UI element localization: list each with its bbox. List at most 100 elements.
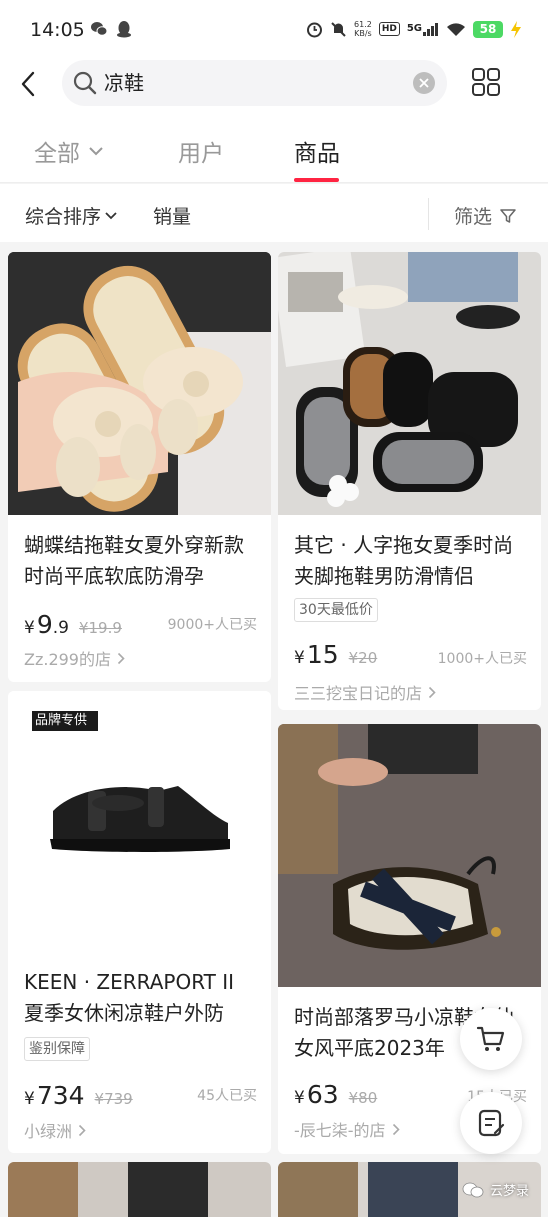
product-card[interactable]: 品牌专供 KEEN · ZERRAPORT II 夏季女休闲凉鞋户外防 鉴别保障… bbox=[8, 691, 271, 1153]
product-title: KEEN · ZERRAPORT II 夏季女休闲凉鞋户外防 bbox=[24, 970, 235, 1025]
charging-icon bbox=[511, 20, 521, 38]
shop-link[interactable]: -辰七柒-的店 bbox=[294, 1117, 400, 1141]
currency-symbol: ¥ bbox=[294, 648, 305, 668]
price: 63 bbox=[306, 1080, 339, 1109]
original-price: ¥20 bbox=[348, 649, 378, 667]
product-image[interactable] bbox=[8, 252, 271, 515]
chevron-down-icon bbox=[105, 211, 117, 219]
brand-badge: 品牌专供 bbox=[35, 713, 88, 728]
tab-users-label: 用户 bbox=[178, 141, 224, 167]
watermark-text: 云梦录 bbox=[490, 1184, 530, 1199]
shop-link[interactable]: Zz.299的店 bbox=[24, 646, 125, 670]
lowest-price-tag: 30天最低价 bbox=[294, 598, 378, 622]
watermark: 云梦录 bbox=[462, 1180, 529, 1199]
chevron-right-icon bbox=[428, 686, 436, 698]
sport-sandal-photo bbox=[8, 691, 271, 954]
product-card[interactable]: 蝴蝶结拖鞋女夏外穿新款时尚平底软底防滑孕 ¥ 9 .9 ¥19.9 9000+人… bbox=[8, 252, 271, 682]
net-speed-unit: KB/s bbox=[354, 29, 372, 38]
price: 15 bbox=[306, 640, 339, 669]
alarm-icon bbox=[307, 22, 322, 37]
shop-name: Zz.299的店 bbox=[24, 650, 111, 669]
qq-icon bbox=[117, 21, 131, 38]
original-price: ¥739 bbox=[94, 1090, 133, 1108]
grid-icon bbox=[472, 68, 500, 96]
sold-count: 9000+人已买 bbox=[167, 617, 257, 633]
search-icon bbox=[73, 71, 97, 95]
back-arrow-icon bbox=[21, 71, 35, 97]
chevron-right-icon bbox=[392, 1123, 400, 1135]
search-header bbox=[0, 58, 548, 110]
product-image[interactable]: 品牌专供 bbox=[8, 691, 271, 954]
product-card[interactable]: 其它 · 人字拖女夏季时尚夹脚拖鞋男防滑情侣 30天最低价 ¥ 15 ¥20 1… bbox=[278, 252, 541, 710]
search-bar[interactable] bbox=[62, 60, 447, 106]
mute-icon bbox=[331, 21, 346, 37]
signal-bars-icon bbox=[423, 22, 438, 36]
wechat-icon bbox=[91, 22, 108, 36]
clear-search-button[interactable] bbox=[413, 72, 435, 94]
status-bar: 14:05 61.2 KB/s HD 5G 58 bbox=[0, 0, 548, 58]
currency-symbol: ¥ bbox=[24, 618, 35, 638]
wifi-icon bbox=[447, 22, 465, 36]
signal-indicator: 5G bbox=[406, 22, 439, 36]
sold-count: 45人已买 bbox=[197, 1088, 257, 1104]
price: 9 bbox=[36, 610, 53, 639]
shop-link[interactable]: 三三挖宝日记的店 bbox=[294, 680, 436, 704]
filter-button[interactable]: 筛选 bbox=[454, 202, 516, 229]
sort-divider bbox=[428, 198, 429, 230]
product-card[interactable]: 时尚部落罗马小凉鞋女仙女风平底2023年 ¥ 63 ¥80 15人已买 -辰七柒… bbox=[278, 724, 541, 1154]
original-price: ¥80 bbox=[348, 1089, 378, 1107]
sort-sales-label: 销量 bbox=[153, 206, 192, 228]
filter-funnel-icon bbox=[500, 208, 516, 223]
net-speed-value: 61.2 bbox=[354, 20, 372, 29]
product-image[interactable] bbox=[278, 724, 541, 987]
notification-icons bbox=[90, 20, 132, 38]
roman-sandal-photo bbox=[278, 724, 541, 987]
price: 734 bbox=[36, 1081, 85, 1110]
search-input[interactable] bbox=[104, 60, 394, 106]
sort-bar: 综合排序 销量 筛选 bbox=[0, 184, 548, 242]
bow-slipper-photo bbox=[8, 252, 271, 515]
active-tab-indicator bbox=[294, 178, 339, 182]
cart-icon bbox=[476, 1026, 505, 1051]
battery-indicator: 58 bbox=[473, 20, 503, 38]
tab-all[interactable]: 全部 bbox=[34, 134, 104, 168]
original-price: ¥19.9 bbox=[78, 619, 122, 637]
shop-link[interactable]: 小绿洲 bbox=[24, 1118, 86, 1142]
notes-edit-icon bbox=[478, 1109, 505, 1137]
sort-comprehensive-label: 综合排序 bbox=[25, 206, 102, 228]
shop-name: 小绿洲 bbox=[24, 1122, 73, 1141]
currency-symbol: ¥ bbox=[24, 1089, 35, 1109]
clear-icon bbox=[419, 78, 429, 88]
system-indicators: 61.2 KB/s HD 5G 58 bbox=[306, 20, 522, 38]
tab-products-label: 商品 bbox=[294, 141, 340, 167]
cart-button[interactable] bbox=[460, 1008, 522, 1070]
price-decimal: .9 bbox=[52, 618, 69, 638]
currency-symbol: ¥ bbox=[294, 1088, 305, 1108]
tab-users[interactable]: 用户 bbox=[178, 134, 224, 168]
chevron-down-icon bbox=[89, 147, 103, 156]
hd-indicator: HD bbox=[378, 22, 400, 36]
shop-name: -辰七柒-的店 bbox=[294, 1121, 386, 1140]
chevron-right-icon bbox=[117, 652, 125, 664]
back-button[interactable] bbox=[12, 64, 44, 104]
flip-flops-photo bbox=[278, 252, 541, 515]
sort-comprehensive[interactable]: 综合排序 bbox=[25, 202, 117, 229]
authenticity-tag: 鉴别保障 bbox=[24, 1037, 90, 1061]
tab-products[interactable]: 商品 bbox=[294, 134, 340, 168]
network-type: 5G bbox=[406, 22, 422, 34]
shop-name: 三三挖宝日记的店 bbox=[294, 684, 423, 703]
filter-label: 筛选 bbox=[454, 206, 493, 228]
net-speed: 61.2 KB/s bbox=[354, 20, 372, 38]
sort-sales[interactable]: 销量 bbox=[153, 202, 191, 229]
notes-button[interactable] bbox=[460, 1092, 522, 1154]
wechat-logo-icon bbox=[462, 1182, 484, 1197]
product-card[interactable] bbox=[8, 1162, 271, 1217]
sold-count: 1000+人已买 bbox=[437, 651, 527, 667]
tab-all-label: 全部 bbox=[34, 141, 80, 167]
search-tabs: 全部 用户 商品 bbox=[0, 110, 548, 183]
status-time: 14:05 bbox=[30, 19, 85, 41]
layout-toggle-button[interactable] bbox=[470, 66, 502, 98]
product-title: 其它 · 人字拖女夏季时尚夹脚拖鞋男防滑情侣 bbox=[294, 533, 514, 588]
product-image-partial bbox=[8, 1162, 271, 1217]
product-image[interactable] bbox=[278, 252, 541, 515]
